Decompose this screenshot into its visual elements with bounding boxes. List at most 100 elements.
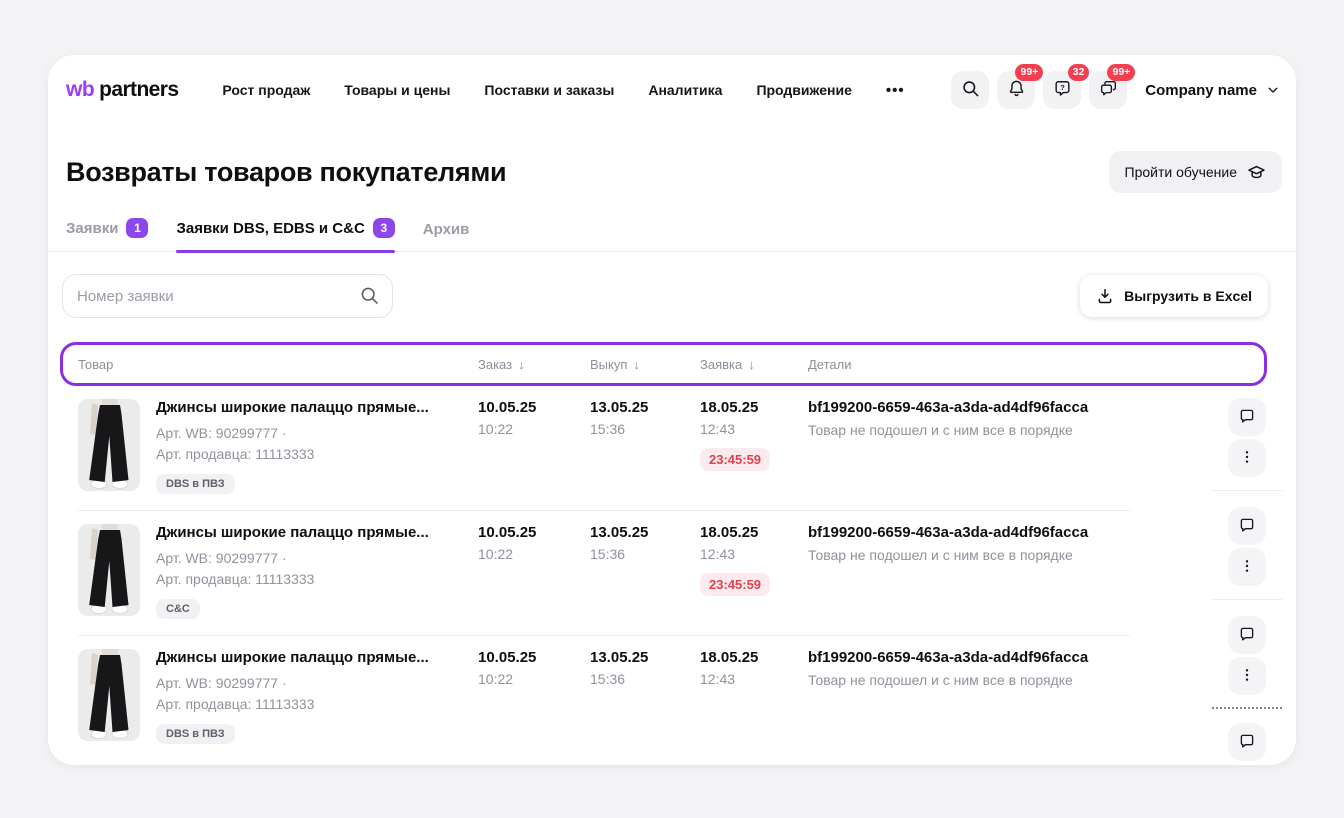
- search-icon: [961, 79, 980, 101]
- return-reason: Товар не подошел и с ним все в порядке: [808, 422, 1130, 438]
- toolbar: Выгрузить в Excel: [48, 274, 1296, 318]
- product-title[interactable]: Джинсы широкие палаццо прямые...: [156, 399, 429, 416]
- more-actions-button[interactable]: [1228, 548, 1266, 586]
- nav-item-promotion[interactable]: Продвижение: [756, 82, 851, 98]
- request-id: bf199200-6659-463a-a3da-ad4df96facca: [808, 649, 1130, 666]
- main-card: wb partners Рост продаж Товары и цены По…: [48, 55, 1296, 765]
- product-art-wb: Арт. WB: 90299777 ·: [156, 548, 429, 569]
- product-art-wb: Арт. WB: 90299777 ·: [156, 673, 429, 694]
- sort-arrow-icon[interactable]: ↓: [748, 357, 755, 372]
- buyout-time: 15:36: [590, 546, 700, 562]
- actions-divider: [1212, 490, 1282, 491]
- request-time: 12:43: [700, 671, 808, 687]
- product-image: [78, 524, 140, 616]
- tab-dbs-badge: 3: [373, 218, 395, 238]
- logo-wb-text: wb: [66, 78, 94, 102]
- buyout-cell: 13.05.25 15:36: [590, 524, 700, 619]
- tab-bar: Заявки 1 Заявки DBS, EDBS и C&C 3 Архив: [48, 218, 1296, 252]
- details-cell: bf199200-6659-463a-a3da-ad4df96facca Тов…: [808, 524, 1130, 619]
- help-button[interactable]: ? 32: [1043, 71, 1081, 109]
- chat-button[interactable]: [1228, 616, 1266, 654]
- buyout-date: 13.05.25: [590, 524, 700, 541]
- help-count-badge: 32: [1068, 64, 1090, 81]
- tab-archive-label: Архив: [423, 221, 470, 238]
- product-image: [78, 399, 140, 491]
- chat-button[interactable]: [1228, 723, 1266, 761]
- row-actions: [1212, 398, 1282, 477]
- product-art-seller: Арт. продавца: 11113333: [156, 444, 429, 465]
- download-icon: [1096, 287, 1114, 305]
- tab-requests-label: Заявки: [66, 220, 118, 237]
- notifications-button[interactable]: 99+: [997, 71, 1035, 109]
- product-title[interactable]: Джинсы широкие палаццо прямые...: [156, 524, 429, 541]
- chat-button[interactable]: [1228, 398, 1266, 436]
- details-cell: bf199200-6659-463a-a3da-ad4df96facca Тов…: [808, 399, 1130, 494]
- product-cell[interactable]: Джинсы широкие палаццо прямые... Арт. WB…: [78, 649, 478, 744]
- search-button[interactable]: [951, 71, 989, 109]
- request-time: 12:43: [700, 546, 808, 562]
- nav-more-icon[interactable]: •••: [886, 82, 905, 99]
- tab-requests[interactable]: Заявки 1: [66, 218, 148, 251]
- wb-partners-logo[interactable]: wb partners: [66, 78, 178, 102]
- nav-menu: Рост продаж Товары и цены Поставки и зак…: [222, 82, 904, 99]
- bell-icon: [1007, 79, 1026, 101]
- chat-button[interactable]: [1228, 507, 1266, 545]
- more-actions-button[interactable]: [1228, 439, 1266, 477]
- page-title: Возвраты товаров покупателями: [66, 157, 506, 188]
- graduation-cap-icon: [1247, 163, 1266, 182]
- kebab-menu-icon: [1239, 558, 1255, 577]
- svg-text:?: ?: [1060, 83, 1065, 92]
- column-header-product: Товар: [78, 357, 478, 372]
- buyout-time: 15:36: [590, 421, 700, 437]
- delivery-type-tag: DBS в ПВЗ: [156, 724, 235, 744]
- returns-table-body: Джинсы широкие палаццо прямые... Арт. WB…: [78, 386, 1130, 760]
- product-cell[interactable]: Джинсы широкие палаццо прямые... Арт. WB…: [78, 524, 478, 619]
- column-header-order[interactable]: Заказ ↓: [478, 357, 590, 372]
- column-header-request[interactable]: Заявка ↓: [700, 357, 808, 372]
- table-row: Джинсы широкие палаццо прямые... Арт. WB…: [78, 386, 1130, 511]
- tab-archive[interactable]: Архив: [423, 221, 470, 251]
- countdown-timer-badge: 23:45:59: [700, 448, 770, 471]
- more-actions-button[interactable]: [1228, 657, 1266, 695]
- buyout-date: 13.05.25: [590, 649, 700, 666]
- export-excel-button[interactable]: Выгрузить в Excel: [1080, 275, 1268, 317]
- chats-button[interactable]: 99+: [1089, 71, 1127, 109]
- sort-arrow-icon[interactable]: ↓: [518, 357, 525, 372]
- row-actions: [1212, 507, 1282, 586]
- training-button[interactable]: Пройти обучение: [1109, 151, 1283, 193]
- request-cell: 18.05.25 12:43: [700, 649, 808, 744]
- delivery-type-tag: DBS в ПВЗ: [156, 474, 235, 494]
- request-number-input[interactable]: [62, 274, 393, 318]
- tab-dbs-edbs-cc[interactable]: Заявки DBS, EDBS и C&C 3: [176, 218, 394, 251]
- order-date: 10.05.25: [478, 649, 590, 666]
- buyout-cell: 13.05.25 15:36: [590, 649, 700, 744]
- column-header-buyout[interactable]: Выкуп ↓: [590, 357, 700, 372]
- chat-bubble-icon: [1238, 732, 1256, 753]
- kebab-menu-icon: [1239, 667, 1255, 686]
- order-date: 10.05.25: [478, 524, 590, 541]
- row-actions-column: [1212, 398, 1282, 761]
- sort-arrow-icon[interactable]: ↓: [633, 357, 640, 372]
- chat-bubble-icon: [1238, 625, 1256, 646]
- product-title[interactable]: Джинсы широкие палаццо прямые...: [156, 649, 429, 666]
- request-date: 18.05.25: [700, 524, 808, 541]
- actions-divider: [1212, 599, 1282, 600]
- row-actions: [1212, 616, 1282, 695]
- kebab-menu-icon: [1239, 449, 1255, 468]
- company-name-label: Company name: [1145, 82, 1257, 99]
- return-reason: Товар не подошел и с ним все в порядке: [808, 672, 1130, 688]
- nav-item-goods-prices[interactable]: Товары и цены: [344, 82, 450, 98]
- export-excel-label: Выгрузить в Excel: [1124, 288, 1252, 304]
- chats-icon: [1099, 79, 1118, 101]
- notifications-count-badge: 99+: [1015, 64, 1043, 81]
- nav-item-sales-growth[interactable]: Рост продаж: [222, 82, 310, 98]
- row-actions: [1212, 723, 1282, 761]
- product-art-seller: Арт. продавца: 11113333: [156, 569, 429, 590]
- request-date: 18.05.25: [700, 399, 808, 416]
- nav-item-analytics[interactable]: Аналитика: [648, 82, 722, 98]
- column-header-details: Детали: [808, 357, 1264, 372]
- company-menu[interactable]: Company name: [1145, 82, 1280, 99]
- product-cell[interactable]: Джинсы широкие палаццо прямые... Арт. WB…: [78, 399, 478, 494]
- nav-item-supplies-orders[interactable]: Поставки и заказы: [484, 82, 614, 98]
- delivery-type-tag: C&C: [156, 599, 200, 619]
